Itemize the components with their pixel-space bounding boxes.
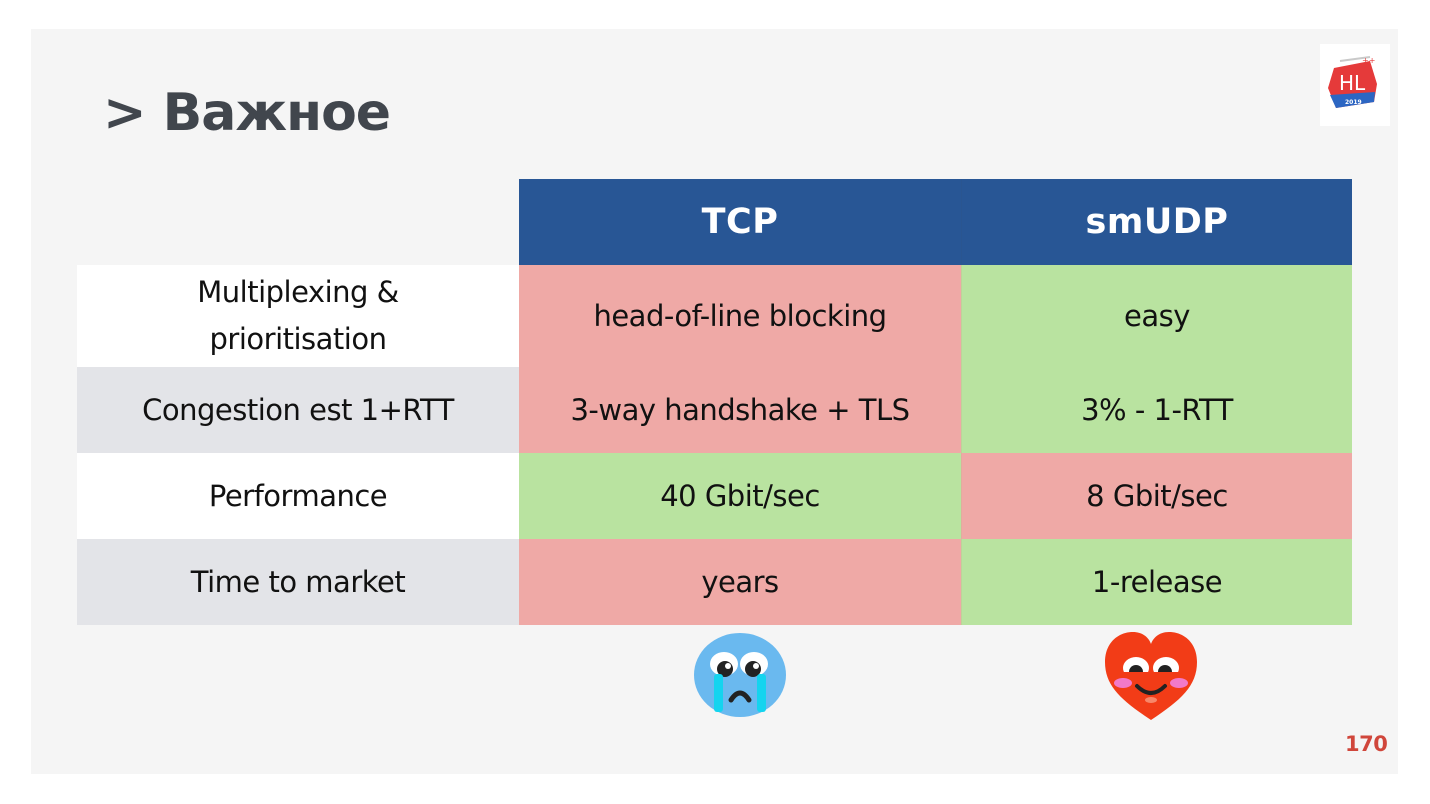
row-label-multiplexing: Multiplexing & prioritisation [77,265,519,367]
page-number: 170 [1345,732,1388,756]
highload-logo-icon: ++ HL 2019 [1328,56,1377,108]
table-corner-empty [77,179,519,265]
cell-smudp-congestion: 3% - 1-RTT [961,367,1352,453]
row-label-congestion: Congestion est 1+RTT [77,367,519,453]
slide-title: > Важное [103,83,391,143]
smiling-heart-icon [1101,628,1201,724]
comparison-table: TCP smUDP Multiplexing & prioritisation … [77,179,1352,625]
row-label-performance: Performance [77,453,519,539]
row-label-time-to-market: Time to market [77,539,519,625]
logo-year: 2019 [1345,99,1362,106]
column-header-smudp: smUDP [961,179,1352,265]
cell-tcp-congestion: 3-way handshake + TLS [519,367,961,453]
column-header-tcp: TCP [519,179,961,265]
cell-tcp-performance: 40 Gbit/sec [519,453,961,539]
cell-smudp-multiplexing: easy [961,265,1352,367]
cell-tcp-time-to-market: years [519,539,961,625]
highload-logo: ++ HL 2019 [1320,44,1390,126]
logo-text: HL [1339,71,1366,95]
cell-smudp-performance: 8 Gbit/sec [961,453,1352,539]
cell-smudp-time-to-market: 1-release [961,539,1352,625]
crying-face-icon [691,628,789,720]
cell-tcp-multiplexing: head-of-line blocking [519,265,961,367]
